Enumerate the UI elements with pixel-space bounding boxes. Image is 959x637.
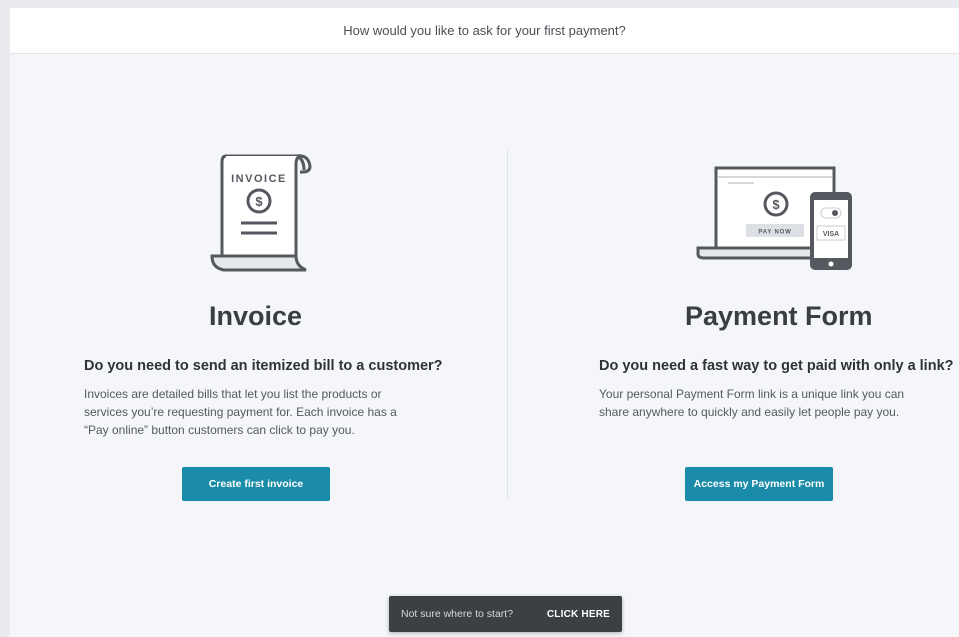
click-here-link[interactable]: CLICK HERE [547, 609, 610, 620]
main-content: INVOICE $ Invoice Do you need to send an… [10, 54, 959, 637]
payment-form-question: Do you need a fast way to get paid with … [599, 358, 954, 374]
invoice-title: Invoice [209, 301, 303, 331]
invoice-question: Do you need to send an itemized bill to … [84, 358, 443, 374]
payment-form-description: Your personal Payment Form link is a uni… [599, 387, 905, 419]
invoice-illustration-icon: INVOICE $ [204, 144, 334, 274]
column-divider [507, 150, 508, 500]
invoice-illustration-label: INVOICE [231, 173, 287, 185]
pay-now-illustration-label: PAY NOW [758, 230, 791, 236]
access-payment-form-button[interactable]: Access my Payment Form [685, 467, 833, 501]
svg-text:$: $ [772, 197, 780, 212]
toast-message: Not sure where to start? [401, 608, 514, 620]
page-title: How would you like to ask for your first… [343, 23, 626, 38]
visa-illustration-label: VISA [823, 231, 839, 238]
header-bar: How would you like to ask for your first… [10, 8, 959, 54]
payment-form-title: Payment Form [685, 301, 873, 331]
create-first-invoice-button[interactable]: Create first invoice [182, 467, 330, 501]
svg-text:$: $ [255, 194, 263, 209]
invoice-description: Invoices are detailed bills that let you… [84, 387, 397, 437]
payment-form-illustration-icon: $ PAY NOW VISA [694, 144, 864, 274]
help-toast: Not sure where to start? CLICK HERE [389, 596, 622, 632]
